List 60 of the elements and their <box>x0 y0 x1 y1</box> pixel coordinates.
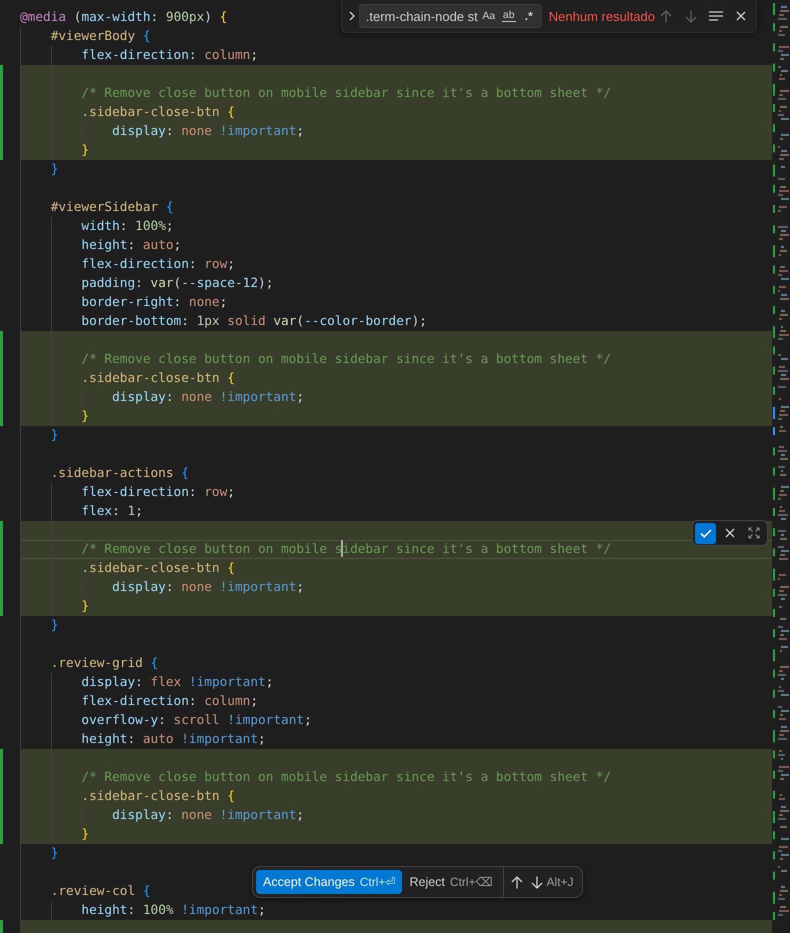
regex-toggle[interactable]: .* <box>520 7 538 25</box>
code-line: height: 100% !important; <box>81 903 266 918</box>
code-line: } <box>50 846 58 861</box>
check-icon <box>700 528 712 538</box>
close-icon <box>724 528 734 538</box>
arrow-down-icon <box>685 10 697 22</box>
accept-changes-button[interactable]: Accept Changes Ctrl+⏎ <box>256 870 402 894</box>
match-case-toggle[interactable]: Aa <box>480 7 498 25</box>
code-line: flex-direction: column; <box>81 694 258 709</box>
arrow-up-icon <box>660 10 672 22</box>
chevron-right-icon <box>349 11 356 21</box>
code-line: @media (max-width: 900px) { <box>20 10 228 25</box>
code-line: /* Remove close button on mobile sidebar since it's a bottom sheet */ <box>81 352 612 367</box>
code-line: border-right: none; <box>81 295 228 310</box>
code-line: display: none !important; <box>112 124 304 139</box>
code-line: display: none !important; <box>112 580 304 595</box>
code-line: } <box>81 599 90 614</box>
code-line: /* Remove close button on mobile sidebar since it's a bottom sheet */ <box>81 542 612 557</box>
code-line: height: auto; <box>81 238 182 253</box>
whole-word-toggle[interactable]: ab <box>500 7 518 25</box>
code-line: .sidebar-close-btn { <box>81 105 235 120</box>
next-change-button[interactable]: Alt+J <box>526 870 578 894</box>
code-line: .sidebar-close-btn { <box>81 561 235 576</box>
code-line: } <box>50 618 58 633</box>
lines-icon <box>709 11 723 21</box>
code-line: #viewerSidebar { <box>50 200 174 215</box>
code-line: overflow-y: scroll !important; <box>81 713 312 728</box>
code-line: } <box>50 428 58 443</box>
four-arrows-icon <box>748 527 760 539</box>
code-line: flex-direction: row; <box>81 257 235 272</box>
arrow-up-icon <box>510 876 523 888</box>
code-line: } <box>81 827 90 842</box>
code-line: } <box>81 409 90 424</box>
code-line: } <box>81 143 90 158</box>
arrow-down-icon <box>530 876 543 888</box>
code-line: display: flex !important; <box>81 675 274 690</box>
no-results-message: Nenhum resultado <box>548 8 655 24</box>
indent-guide <box>50 901 52 920</box>
find-input[interactable]: .term-chain-node st Aa ab .* <box>358 4 542 28</box>
close-icon <box>736 11 746 21</box>
code-line: /* Remove close button on mobile sidebar since it's a bottom sheet */ <box>81 86 612 101</box>
code-line: .review-col { <box>50 884 151 899</box>
code-line: .sidebar-actions { <box>50 466 189 481</box>
code-line: height: auto !important; <box>81 732 266 747</box>
code-line: display: none !important; <box>112 390 304 405</box>
code-line: .sidebar-close-btn { <box>81 789 235 804</box>
code-line: display: none !important; <box>112 808 304 823</box>
code-line: padding: var(--space-12); <box>81 276 274 291</box>
reject-changes-button[interactable]: Reject Ctrl+⌫ <box>402 870 500 894</box>
code-line: flex-direction: row; <box>81 485 235 500</box>
code-line: border-bottom: 1px solid var(--color-border); <box>81 314 427 329</box>
code-line: width: 100%; <box>81 219 174 234</box>
code-line: } <box>50 162 58 177</box>
code-line: .sidebar-close-btn { <box>81 371 235 386</box>
code-line: #viewerBody { <box>50 29 151 44</box>
code-line: flex-direction: column; <box>81 48 258 63</box>
code-line: flex: 1; <box>81 504 143 519</box>
code-line: .review-grid { <box>50 656 158 671</box>
accept-hunk-button[interactable] <box>695 522 716 544</box>
code-line: /* Remove close button on mobile sidebar since it's a bottom sheet */ <box>81 770 612 785</box>
